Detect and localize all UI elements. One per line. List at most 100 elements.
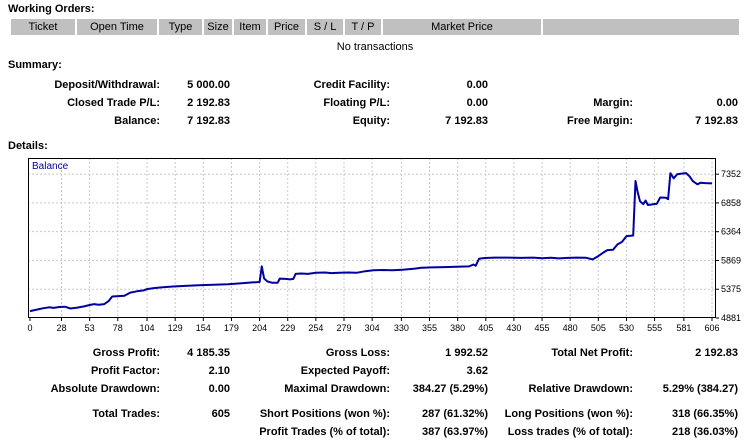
stat-label: Profit Factor: bbox=[0, 362, 160, 380]
stat-label: Profit Trades (% of total): bbox=[230, 423, 390, 441]
y-tick-label: 6364 bbox=[721, 227, 741, 237]
balance-line bbox=[30, 173, 712, 311]
stat-value bbox=[160, 423, 230, 441]
wo-col-open-time: Open Time bbox=[77, 19, 157, 35]
stat-label: Loss trades (% of total): bbox=[488, 423, 633, 441]
stat-row: Profit Trades (% of total):387 (63.97%)L… bbox=[0, 423, 749, 441]
summary-label: Closed Trade P/L: bbox=[0, 94, 160, 112]
stat-value bbox=[633, 362, 738, 380]
summary-label: Credit Facility: bbox=[230, 76, 390, 94]
summary-value: 7 192.83 bbox=[390, 112, 488, 130]
x-tick-label: 104 bbox=[140, 323, 155, 333]
summary-value: 0.00 bbox=[390, 76, 488, 94]
x-tick-label: 229 bbox=[280, 323, 295, 333]
wo-col-ticket: Ticket bbox=[11, 19, 75, 35]
summary-value: 7 192.83 bbox=[633, 112, 738, 130]
summary-label: Balance: bbox=[0, 112, 160, 130]
x-tick-label: 430 bbox=[506, 323, 521, 333]
x-tick-label: 254 bbox=[308, 323, 323, 333]
summary-label bbox=[488, 76, 633, 94]
wo-col-blank bbox=[543, 19, 739, 35]
stat-value: 1 992.52 bbox=[390, 344, 488, 362]
stat-row: Absolute Drawdown:0.00Maximal Drawdown:3… bbox=[0, 380, 749, 398]
wo-col-market-price: Market Price bbox=[383, 19, 541, 35]
stat-label: Short Positions (won %): bbox=[230, 405, 390, 423]
summary-row: Closed Trade P/L:2 192.83Floating P/L:0.… bbox=[0, 94, 749, 112]
x-tick-label: 455 bbox=[535, 323, 550, 333]
stat-row: Total Trades:605Short Positions (won %):… bbox=[0, 405, 749, 423]
balance-chart-svg: 4881 5375 5869 6364 6858 7352 0 28 53 78 104 129 154… bbox=[0, 158, 749, 336]
stat-value: 2 192.83 bbox=[633, 344, 738, 362]
x-tick-label: 530 bbox=[619, 323, 634, 333]
summary-label: Equity: bbox=[230, 112, 390, 130]
x-tick-label: 28 bbox=[57, 323, 67, 333]
stat-label: Maximal Drawdown: bbox=[230, 380, 390, 398]
x-tick-label: 129 bbox=[168, 323, 183, 333]
stat-label: Gross Profit: bbox=[0, 344, 160, 362]
y-tick-label: 4881 bbox=[721, 313, 741, 323]
summary-value: 7 192.83 bbox=[160, 112, 230, 130]
details-title: Details: bbox=[0, 139, 749, 154]
stat-label: Gross Loss: bbox=[230, 344, 390, 362]
stat-value: 4 185.35 bbox=[160, 344, 230, 362]
x-tick-label: 78 bbox=[113, 323, 123, 333]
wo-col-size: Size bbox=[204, 19, 232, 35]
x-tick-label: 0 bbox=[27, 323, 32, 333]
working-orders-header-row: TicketOpen TimeTypeSizeItemPriceS / LT /… bbox=[11, 19, 749, 35]
x-tick-label: 53 bbox=[85, 323, 95, 333]
x-tick-label: 355 bbox=[422, 323, 437, 333]
y-tick-label: 7352 bbox=[721, 169, 741, 179]
stat-row: Profit Factor:2.10Expected Payoff:3.62 bbox=[0, 362, 749, 380]
summary-value: 5 000.00 bbox=[160, 76, 230, 94]
stat-value: 318 (66.35%) bbox=[633, 405, 738, 423]
summary-value: 0.00 bbox=[390, 94, 488, 112]
stat-label: Absolute Drawdown: bbox=[0, 380, 160, 398]
no-transactions-text: No transactions bbox=[11, 40, 739, 54]
stat-value: 5.29% (384.27) bbox=[633, 380, 738, 398]
stat-value: 0.00 bbox=[160, 380, 230, 398]
wo-col-s-l: S / L bbox=[307, 19, 343, 35]
summary-title: Summary: bbox=[0, 58, 749, 73]
stat-label bbox=[488, 362, 633, 380]
summary-value bbox=[633, 76, 738, 94]
stat-row: Gross Profit:4 185.35Gross Loss:1 992.52… bbox=[0, 344, 749, 362]
balance-legend: Balance bbox=[32, 161, 69, 172]
stats-grid-profit-loss: Gross Profit:4 185.35Gross Loss:1 992.52… bbox=[0, 344, 749, 398]
x-tick-label: 606 bbox=[704, 323, 719, 333]
x-tick-label: 154 bbox=[196, 323, 211, 333]
wo-col-t-p: T / P bbox=[345, 19, 381, 35]
stat-value: 384.27 (5.29%) bbox=[390, 380, 488, 398]
y-tick-label: 5869 bbox=[721, 255, 741, 265]
x-tick-label: 330 bbox=[394, 323, 409, 333]
x-tick-label: 581 bbox=[676, 323, 691, 333]
stat-label: Total Net Profit: bbox=[488, 344, 633, 362]
stats-grid-trades: Total Trades:605Short Positions (won %):… bbox=[0, 405, 749, 441]
summary-label: Free Margin: bbox=[488, 112, 633, 130]
wo-col-item: Item bbox=[234, 19, 266, 35]
summary-grid: Deposit/Withdrawal:5 000.00Credit Facili… bbox=[0, 76, 749, 130]
y-tick-label: 6858 bbox=[721, 198, 741, 208]
balance-chart: 4881 5375 5869 6364 6858 7352 0 28 53 78 104 129 154… bbox=[0, 158, 749, 339]
stat-value: 2.10 bbox=[160, 362, 230, 380]
working-orders-title: Working Orders: bbox=[0, 2, 749, 17]
stat-label: Long Positions (won %): bbox=[488, 405, 633, 423]
x-tick-label: 405 bbox=[478, 323, 493, 333]
stat-value: 3.62 bbox=[390, 362, 488, 380]
stat-label bbox=[0, 423, 160, 441]
stat-label: Relative Drawdown: bbox=[488, 380, 633, 398]
summary-row: Deposit/Withdrawal:5 000.00Credit Facili… bbox=[0, 76, 749, 94]
x-tick-label: 204 bbox=[252, 323, 267, 333]
x-tick-label: 179 bbox=[224, 323, 239, 333]
y-tick-label: 5375 bbox=[721, 284, 741, 294]
summary-value: 2 192.83 bbox=[160, 94, 230, 112]
working-orders-table: TicketOpen TimeTypeSizeItemPriceS / LT /… bbox=[11, 19, 749, 54]
summary-label: Floating P/L: bbox=[230, 94, 390, 112]
x-tick-label: 380 bbox=[450, 323, 465, 333]
x-tick-label: 304 bbox=[365, 323, 380, 333]
summary-value: 0.00 bbox=[633, 94, 738, 112]
stat-value: 605 bbox=[160, 405, 230, 423]
summary-row: Balance:7 192.83Equity:7 192.83Free Marg… bbox=[0, 112, 749, 130]
summary-label: Deposit/Withdrawal: bbox=[0, 76, 160, 94]
trade-report: Working Orders: TicketOpen TimeTypeSizeI… bbox=[0, 0, 749, 441]
x-tick-label: 555 bbox=[647, 323, 662, 333]
